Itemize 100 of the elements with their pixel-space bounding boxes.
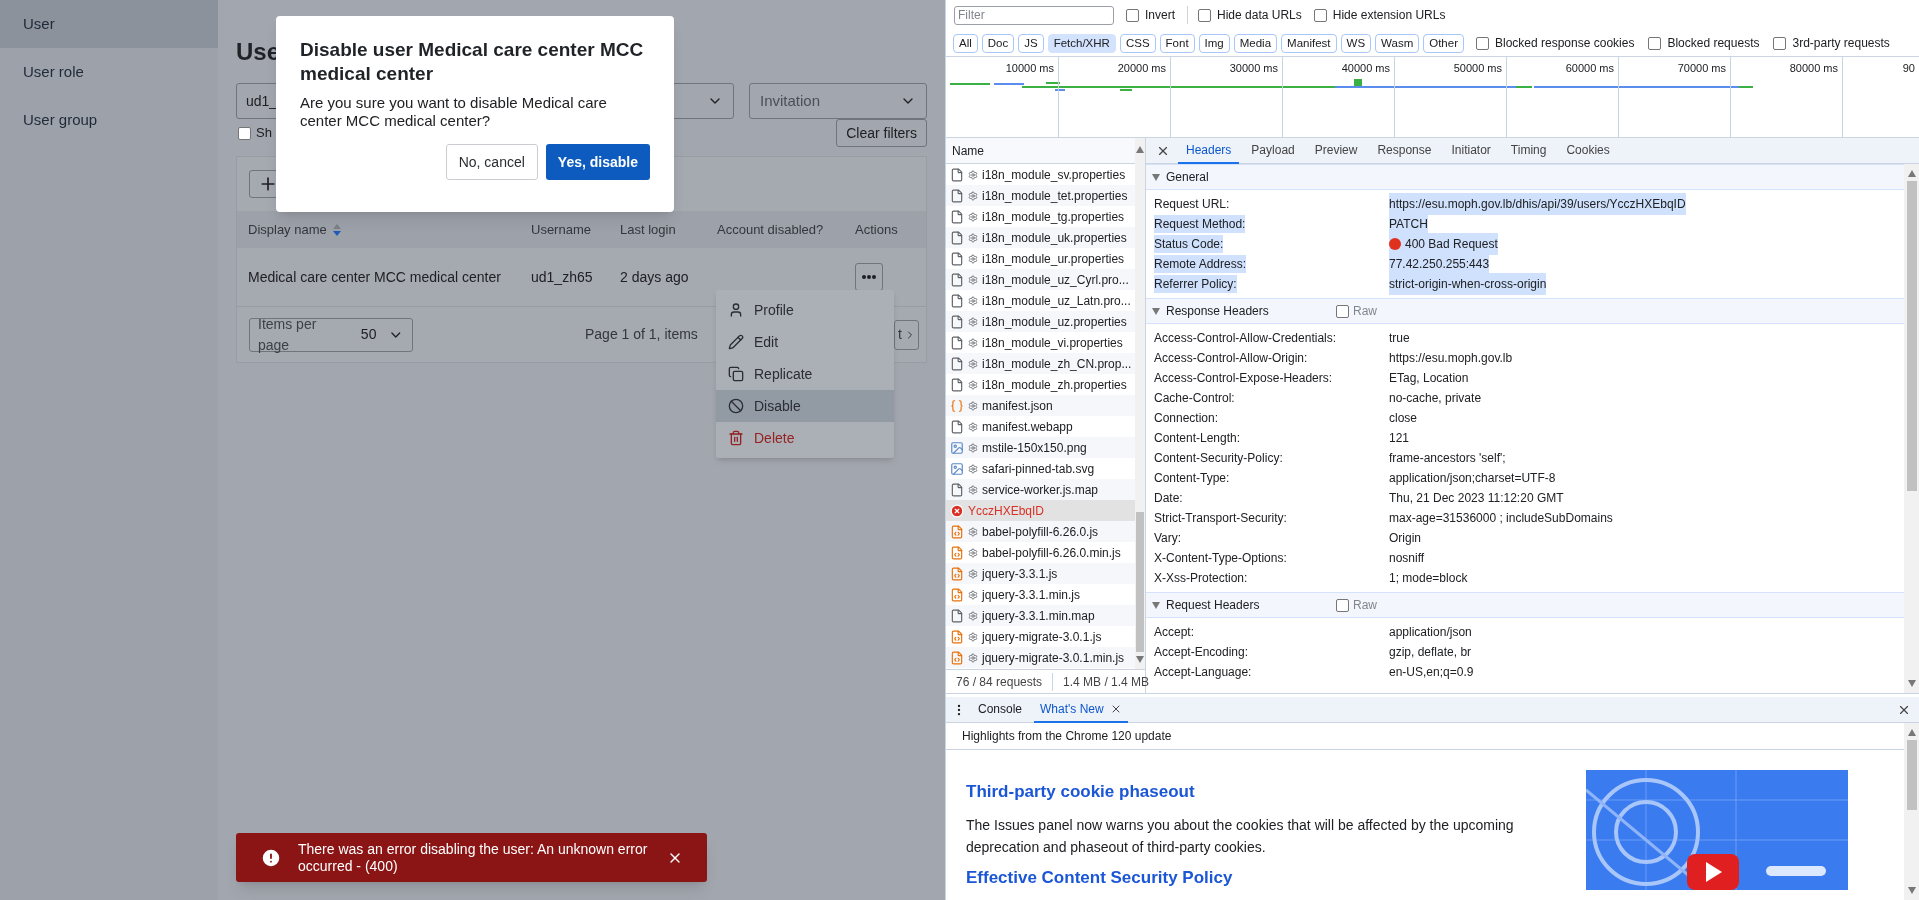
drawer-tab[interactable]: Console [972,697,1029,723]
scroll-up-icon[interactable] [1907,729,1916,736]
request-row[interactable]: jquery-3.3.1.min.map [946,605,1136,626]
gear-icon [968,421,978,432]
scrollbar-thumb[interactable] [1906,181,1917,491]
header-name: Content-Security-Policy: [1154,450,1283,467]
type-filter-button[interactable]: Doc [981,33,1015,53]
type-filter-button[interactable]: Other [1423,33,1464,53]
code-file-icon [950,650,964,665]
menu-item[interactable]: Delete [716,422,894,454]
scroll-up-icon[interactable] [1136,146,1145,153]
items-per-page-select[interactable]: Items per page 50 [249,317,413,352]
collapse-icon[interactable] [1152,307,1160,315]
type-filter-button[interactable]: Img [1198,33,1230,53]
alert-icon [260,846,282,869]
request-row[interactable]: i18n_module_tet.properties [946,185,1136,206]
request-row[interactable]: YcczHXEbqID [946,500,1136,521]
sort-icon[interactable] [332,223,341,236]
gear-icon [968,631,978,642]
type-filter-button[interactable]: Fetch/XHR [1047,33,1116,53]
request-row[interactable]: i18n_module_uz.properties [946,311,1136,332]
sidebar-item[interactable]: User role [0,48,218,96]
header-value: https://esu.moph.gov.lb [1389,350,1513,367]
type-filter-button[interactable]: CSS [1119,33,1156,53]
section-header[interactable]: Request Headers Raw [1146,592,1904,618]
request-row[interactable]: jquery-migrate-3.0.1.min.js [946,647,1136,668]
header-name: Access-Control-Allow-Credentials: [1154,330,1337,347]
code-file-icon [950,629,964,644]
checkbox[interactable] [1313,8,1327,22]
detail-tab[interactable]: Cookies [1558,137,1618,164]
scroll-down-icon[interactable] [1907,680,1916,687]
scrollbar-thumb[interactable] [1136,512,1145,652]
section-header[interactable]: General [1146,164,1904,190]
checkbox[interactable] [1126,8,1139,22]
detail-tab[interactable]: Response [1369,137,1440,164]
sidebar-item[interactable]: User [0,0,218,48]
drawer-tab[interactable]: What's New [1034,697,1128,723]
menu-item[interactable]: Replicate [716,358,894,390]
request-row[interactable]: service-worker.js.map [946,479,1136,500]
checkbox[interactable] [1476,36,1489,50]
gear-icon [968,232,978,243]
checkbox[interactable] [238,126,251,140]
detail-tab[interactable]: Preview [1306,137,1366,164]
request-row[interactable]: i18n_module_uz_Cyrl.pro... [946,269,1136,290]
image-icon [950,440,964,455]
header-value: frame-ancestors 'self'; [1389,450,1506,467]
scroll-down-icon[interactable] [1136,656,1145,663]
pencil-icon [728,334,744,350]
checkbox[interactable] [1198,8,1211,22]
type-filter-button[interactable]: JS [1018,33,1044,53]
menu-item[interactable]: Disable [716,390,894,422]
header-name: Content-Type: [1154,470,1230,487]
error-icon [950,503,964,518]
detail-tab[interactable]: Timing [1502,137,1555,164]
detail-tab[interactable]: Payload [1243,137,1303,164]
status-dot-icon [1389,238,1401,250]
article-title[interactable]: Effective Content Security Policy [966,866,1526,890]
type-filter-button[interactable]: Font [1159,33,1195,53]
scrollbar-thumb[interactable] [1906,740,1917,810]
request-row[interactable]: manifest.json [946,395,1136,416]
detail-tab[interactable]: Initiator [1443,137,1499,164]
scrollbar[interactable] [1135,138,1145,669]
collapse-icon[interactable] [1152,173,1160,181]
scrollbar[interactable] [1904,164,1919,693]
scroll-down-icon[interactable] [1907,887,1916,894]
document-icon [950,230,964,245]
collapse-icon[interactable] [1152,601,1160,609]
checkbox-label: Raw [1353,303,1377,320]
filter-field[interactable]: Filter [954,5,1114,25]
type-filter-button[interactable]: Manifest [1281,33,1337,53]
scrollbar[interactable] [1904,723,1919,900]
clear-filters-button[interactable]: Clear filters [836,119,927,147]
gear-icon [968,190,978,201]
type-filter-button[interactable]: Wasm [1375,33,1420,53]
request-row[interactable]: mstile-150x150.png [946,437,1136,458]
header-value: application/json [1389,624,1472,641]
checkbox[interactable] [1336,598,1349,612]
sidebar-item[interactable]: User group [0,96,218,144]
column-header[interactable]: Display name [248,219,341,240]
request-row[interactable]: i18n_module_zh_CN.prop... [946,353,1136,374]
menu-item[interactable]: Edit [716,326,894,358]
type-filter-button[interactable]: Media [1233,33,1278,53]
scroll-up-icon[interactable] [1907,170,1916,177]
document-icon [950,272,964,287]
request-row[interactable]: jquery-3.3.1.js [946,563,1136,584]
timeline-tick-label: 10000 ms [1005,61,1054,75]
checkbox[interactable] [1648,36,1662,50]
checkbox[interactable] [1336,304,1349,318]
confirm-button[interactable]: Yes, disable [545,144,650,180]
checkbox[interactable] [1773,36,1787,50]
cancel-button[interactable]: No, cancel [445,144,538,180]
type-filter-button[interactable]: All [953,33,978,53]
menu-item[interactable]: Profile [716,294,894,326]
article-title[interactable]: Third-party cookie phaseout [966,780,1526,804]
section-header[interactable]: Response Headers Raw [1146,298,1904,324]
request-row[interactable]: i18n_module_uk.properties [946,227,1136,248]
header-name: X-Content-Type-Options: [1154,550,1287,567]
column-header[interactable]: Name [952,141,984,160]
request-row[interactable]: babel-polyfill-6.26.0.js [946,521,1136,542]
type-filter-button[interactable]: WS [1340,33,1372,53]
